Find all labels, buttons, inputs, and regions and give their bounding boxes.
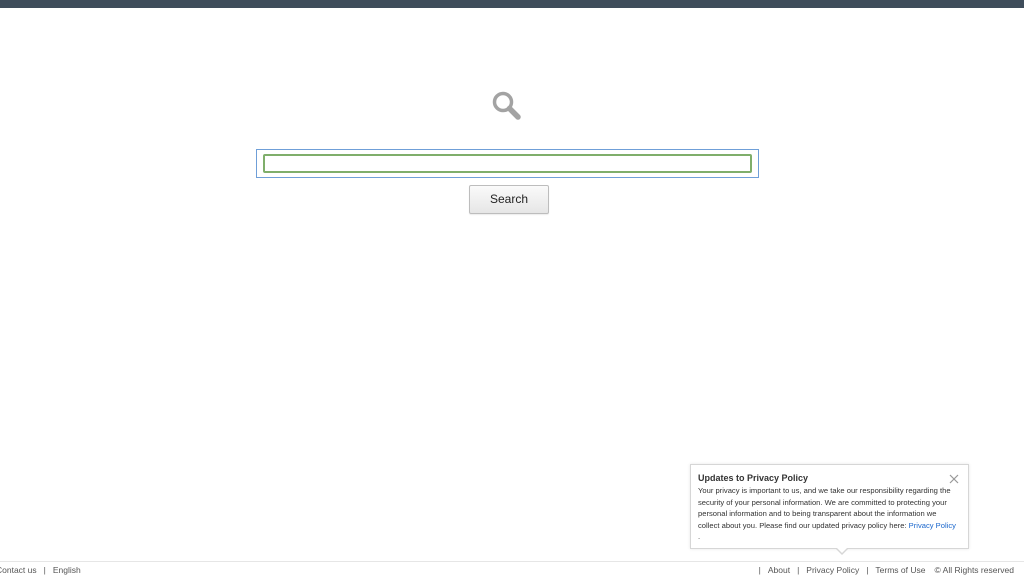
popup-arrow <box>835 547 849 555</box>
footer-right: | About | Privacy Policy | Terms of Use © All … <box>752 565 1014 575</box>
top-bar <box>0 0 1024 8</box>
privacy-policy-link[interactable]: Privacy Policy <box>909 521 956 530</box>
footer-separator: | <box>866 565 869 575</box>
search-button[interactable]: Search <box>469 185 549 214</box>
popup-body: Your privacy is important to us, and we … <box>698 485 960 543</box>
privacy-policy-footer-link[interactable]: Privacy Policy <box>806 565 859 575</box>
contact-us-link[interactable]: Contact us <box>0 565 37 575</box>
terms-of-use-link[interactable]: Terms of Use <box>875 565 925 575</box>
close-icon[interactable] <box>949 471 959 484</box>
search-box <box>256 149 759 178</box>
footer-separator: | <box>758 565 761 575</box>
copyright-text: © All Rights reserved <box>934 565 1015 575</box>
footer-left: Contact us | English <box>0 565 81 575</box>
popup-title: Updates to Privacy Policy <box>698 473 809 483</box>
about-link[interactable]: About <box>768 565 790 575</box>
footer-separator: | <box>797 565 800 575</box>
popup-trailing: . <box>698 532 701 541</box>
search-input[interactable] <box>263 154 752 173</box>
privacy-popup: Updates to Privacy Policy Your privacy i… <box>690 464 969 555</box>
magnifier-icon <box>490 89 524 123</box>
footer-separator: | <box>43 565 46 575</box>
footer: Contact us | English | About | Privacy Policy… <box>0 561 1024 576</box>
language-selector[interactable]: English <box>53 565 81 575</box>
